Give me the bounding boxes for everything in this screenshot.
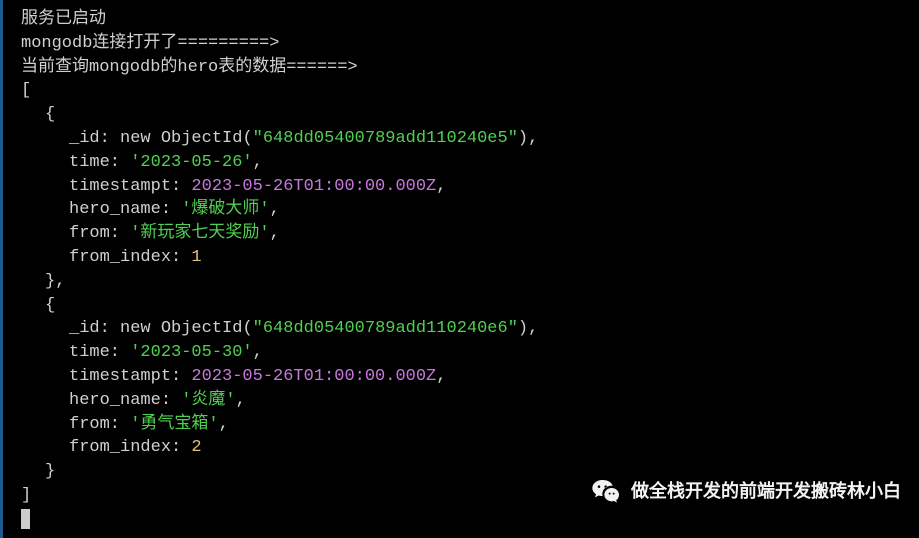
value: "648dd05400789add110240e6": [253, 319, 518, 338]
key: from_index:: [69, 248, 181, 267]
key: hero_name:: [69, 391, 171, 410]
key: from_index:: [69, 438, 181, 457]
field-id: _id: new ObjectId("648dd05400789add11024…: [7, 317, 919, 341]
punct: ,: [270, 224, 280, 243]
value: '新玩家七天奖励': [120, 224, 270, 243]
terminal-output: 服务已启动 mongodb连接打开了=========> 当前查询mongodb…: [0, 0, 919, 538]
punct: ,: [253, 343, 263, 362]
field-timestamp: timestampt: 2023-05-26T01:00:00.000Z,: [7, 175, 919, 199]
field-from-index: from_index: 2: [7, 436, 919, 460]
key: from:: [69, 415, 120, 434]
brace: {: [7, 103, 919, 127]
wechat-icon: [591, 476, 623, 508]
log-line: mongodb连接打开了=========>: [7, 32, 919, 56]
watermark: 做全栈开发的前端开发搬砖林小白: [591, 476, 901, 508]
text: mongodb: [21, 34, 92, 53]
value: "648dd05400789add110240e5": [253, 129, 518, 148]
punct: ,: [219, 415, 229, 434]
value: 2: [181, 438, 201, 457]
punct: ),: [518, 129, 538, 148]
key: timestampt:: [69, 367, 181, 386]
key: from:: [69, 224, 120, 243]
value: '2023-05-30': [120, 343, 253, 362]
key: _id:: [69, 129, 110, 148]
text: 当前查询mongodb的hero表的数据: [21, 58, 286, 77]
value: 2023-05-26T01:00:00.000Z: [181, 367, 436, 386]
field-time: time: '2023-05-26',: [7, 151, 919, 175]
punct: ,: [253, 153, 263, 172]
keyword: new: [110, 129, 151, 148]
bracket: [: [7, 79, 919, 103]
value: '勇气宝箱': [120, 415, 219, 434]
key: hero_name:: [69, 200, 171, 219]
key: time:: [69, 343, 120, 362]
field-hero-name: hero_name: '爆破大师',: [7, 198, 919, 222]
field-id: _id: new ObjectId("648dd05400789add11024…: [7, 127, 919, 151]
field-from: from: '勇气宝箱',: [7, 413, 919, 437]
field-from-index: from_index: 1: [7, 246, 919, 270]
log-line: 当前查询mongodb的hero表的数据======>: [7, 56, 919, 80]
cursor: [21, 509, 30, 529]
value: 1: [181, 248, 201, 267]
key: _id:: [69, 319, 110, 338]
brace: },: [7, 270, 919, 294]
punct: ,: [236, 391, 246, 410]
fn: ObjectId(: [151, 319, 253, 338]
value: '爆破大师': [171, 200, 270, 219]
keyword: new: [110, 319, 151, 338]
field-timestamp: timestampt: 2023-05-26T01:00:00.000Z,: [7, 365, 919, 389]
value: '炎魔': [171, 391, 236, 410]
key: timestampt:: [69, 177, 181, 196]
value: '2023-05-26': [120, 153, 253, 172]
watermark-text: 做全栈开发的前端开发搬砖林小白: [631, 479, 901, 504]
field-time: time: '2023-05-30',: [7, 341, 919, 365]
text: 连接打开了=========>: [92, 34, 279, 53]
punct: ,: [270, 200, 280, 219]
field-from: from: '新玩家七天奖励',: [7, 222, 919, 246]
field-hero-name: hero_name: '炎魔',: [7, 389, 919, 413]
brace: {: [7, 294, 919, 318]
punct: ,: [436, 367, 446, 386]
value: 2023-05-26T01:00:00.000Z: [181, 177, 436, 196]
key: time:: [69, 153, 120, 172]
punct: ,: [436, 177, 446, 196]
text: ======>: [286, 58, 357, 77]
punct: ),: [518, 319, 538, 338]
fn: ObjectId(: [151, 129, 253, 148]
log-line: 服务已启动: [7, 8, 919, 32]
cursor-line[interactable]: [7, 508, 919, 532]
